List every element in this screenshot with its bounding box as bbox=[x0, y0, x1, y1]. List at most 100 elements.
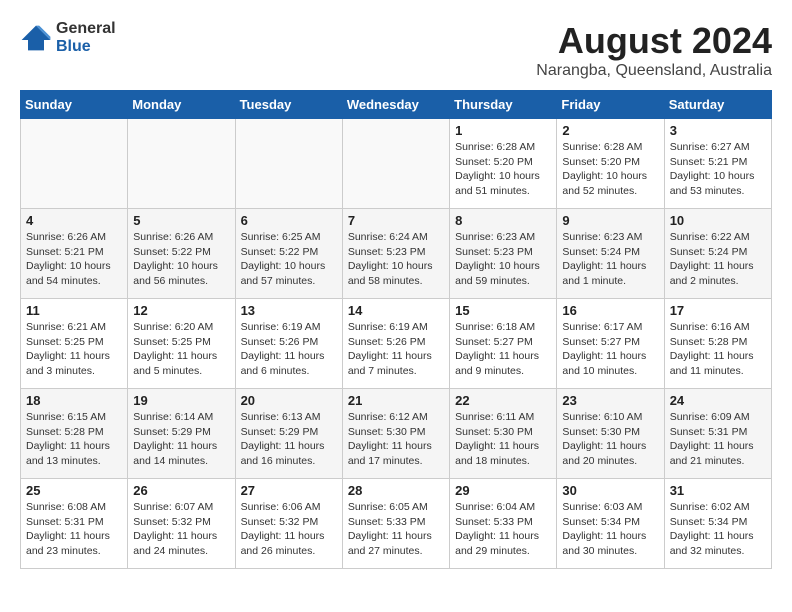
day-info: Sunrise: 6:17 AM Sunset: 5:27 PM Dayligh… bbox=[562, 320, 658, 379]
day-number: 2 bbox=[562, 123, 658, 138]
day-info: Sunrise: 6:08 AM Sunset: 5:31 PM Dayligh… bbox=[26, 500, 122, 559]
day-number: 25 bbox=[26, 483, 122, 498]
day-number: 13 bbox=[241, 303, 337, 318]
day-number: 12 bbox=[133, 303, 229, 318]
calendar-cell: 3 Sunrise: 6:27 AM Sunset: 5:21 PM Daylig… bbox=[664, 119, 771, 209]
calendar-cell: 13 Sunrise: 6:19 AM Sunset: 5:26 PM Dayli… bbox=[235, 299, 342, 389]
day-info: Sunrise: 6:11 AM Sunset: 5:30 PM Dayligh… bbox=[455, 410, 551, 469]
logo-blue-text: Blue bbox=[56, 38, 116, 56]
day-number: 22 bbox=[455, 393, 551, 408]
day-number: 5 bbox=[133, 213, 229, 228]
day-number: 26 bbox=[133, 483, 229, 498]
day-info: Sunrise: 6:18 AM Sunset: 5:27 PM Dayligh… bbox=[455, 320, 551, 379]
day-number: 27 bbox=[241, 483, 337, 498]
day-number: 17 bbox=[670, 303, 766, 318]
weekday-header-row: SundayMondayTuesdayWednesdayThursdayFrid… bbox=[21, 91, 772, 119]
day-number: 16 bbox=[562, 303, 658, 318]
weekday-header-friday: Friday bbox=[557, 91, 664, 119]
logo-general-text: General bbox=[56, 20, 116, 38]
calendar-cell: 21Sunrise: 6:12 AM Sunset: 5:30 PM Dayli… bbox=[342, 389, 449, 479]
calendar-cell: 12 Sunrise: 6:20 AM Sunset: 5:25 PM Dayli… bbox=[128, 299, 235, 389]
title-block: August 2024 Narangba, Queensland, Austra… bbox=[536, 20, 772, 80]
weekday-header-thursday: Thursday bbox=[450, 91, 557, 119]
day-number: 28 bbox=[348, 483, 444, 498]
calendar-cell bbox=[128, 119, 235, 209]
day-number: 24 bbox=[670, 393, 766, 408]
day-info: Sunrise: 6:15 AM Sunset: 5:28 PM Dayligh… bbox=[26, 410, 122, 469]
calendar-cell: 1 Sunrise: 6:28 AM Sunset: 5:20 PM Daylig… bbox=[450, 119, 557, 209]
calendar-cell bbox=[342, 119, 449, 209]
calendar-cell: 16 Sunrise: 6:17 AM Sunset: 5:27 PM Dayli… bbox=[557, 299, 664, 389]
calendar-cell: 10Sunrise: 6:22 AM Sunset: 5:24 PM Dayli… bbox=[664, 209, 771, 299]
day-info: Sunrise: 6:25 AM Sunset: 5:22 PM Dayligh… bbox=[241, 230, 337, 289]
calendar-cell: 19 Sunrise: 6:14 AM Sunset: 5:29 PM Dayli… bbox=[128, 389, 235, 479]
calendar-cell: 17 Sunrise: 6:16 AM Sunset: 5:28 PM Dayli… bbox=[664, 299, 771, 389]
weekday-header-monday: Monday bbox=[128, 91, 235, 119]
calendar-cell: 27 Sunrise: 6:06 AM Sunset: 5:32 PM Dayli… bbox=[235, 479, 342, 569]
day-number: 29 bbox=[455, 483, 551, 498]
calendar-cell: 11 Sunrise: 6:21 AM Sunset: 5:25 PM Dayli… bbox=[21, 299, 128, 389]
day-info: Sunrise: 6:14 AM Sunset: 5:29 PM Dayligh… bbox=[133, 410, 229, 469]
day-info: Sunrise: 6:21 AM Sunset: 5:25 PM Dayligh… bbox=[26, 320, 122, 379]
week-row-3: 11 Sunrise: 6:21 AM Sunset: 5:25 PM Dayli… bbox=[21, 299, 772, 389]
calendar-cell: 23 Sunrise: 6:10 AM Sunset: 5:30 PM Dayli… bbox=[557, 389, 664, 479]
day-info: Sunrise: 6:23 AM Sunset: 5:23 PM Dayligh… bbox=[455, 230, 551, 289]
calendar-cell: 14 Sunrise: 6:19 AM Sunset: 5:26 PM Dayli… bbox=[342, 299, 449, 389]
calendar-cell bbox=[21, 119, 128, 209]
day-info: Sunrise: 6:06 AM Sunset: 5:32 PM Dayligh… bbox=[241, 500, 337, 559]
calendar-cell: 31 Sunrise: 6:02 AM Sunset: 5:34 PM Dayli… bbox=[664, 479, 771, 569]
day-info: Sunrise: 6:28 AM Sunset: 5:20 PM Dayligh… bbox=[455, 140, 551, 199]
day-number: 9 bbox=[562, 213, 658, 228]
day-info: Sunrise: 6:16 AM Sunset: 5:28 PM Dayligh… bbox=[670, 320, 766, 379]
day-info: Sunrise: 6:26 AM Sunset: 5:21 PM Dayligh… bbox=[26, 230, 122, 289]
subtitle: Narangba, Queensland, Australia bbox=[536, 62, 772, 80]
calendar-cell: 4 Sunrise: 6:26 AM Sunset: 5:21 PM Daylig… bbox=[21, 209, 128, 299]
day-info: Sunrise: 6:23 AM Sunset: 5:24 PM Dayligh… bbox=[562, 230, 658, 289]
day-number: 18 bbox=[26, 393, 122, 408]
week-row-4: 18 Sunrise: 6:15 AM Sunset: 5:28 PM Dayli… bbox=[21, 389, 772, 479]
day-number: 8 bbox=[455, 213, 551, 228]
day-info: Sunrise: 6:26 AM Sunset: 5:22 PM Dayligh… bbox=[133, 230, 229, 289]
calendar-cell bbox=[235, 119, 342, 209]
day-number: 1 bbox=[455, 123, 551, 138]
day-number: 4 bbox=[26, 213, 122, 228]
day-info: Sunrise: 6:09 AM Sunset: 5:31 PM Dayligh… bbox=[670, 410, 766, 469]
day-info: Sunrise: 6:10 AM Sunset: 5:30 PM Dayligh… bbox=[562, 410, 658, 469]
day-number: 11 bbox=[26, 303, 122, 318]
day-info: Sunrise: 6:19 AM Sunset: 5:26 PM Dayligh… bbox=[348, 320, 444, 379]
calendar-cell: 24 Sunrise: 6:09 AM Sunset: 5:31 PM Dayli… bbox=[664, 389, 771, 479]
calendar-cell: 28Sunrise: 6:05 AM Sunset: 5:33 PM Dayli… bbox=[342, 479, 449, 569]
day-number: 15 bbox=[455, 303, 551, 318]
calendar-cell: 18 Sunrise: 6:15 AM Sunset: 5:28 PM Dayli… bbox=[21, 389, 128, 479]
calendar-cell: 5 Sunrise: 6:26 AM Sunset: 5:22 PM Daylig… bbox=[128, 209, 235, 299]
day-info: Sunrise: 6:22 AM Sunset: 5:24 PM Dayligh… bbox=[670, 230, 766, 289]
day-number: 14 bbox=[348, 303, 444, 318]
day-number: 3 bbox=[670, 123, 766, 138]
day-info: Sunrise: 6:19 AM Sunset: 5:26 PM Dayligh… bbox=[241, 320, 337, 379]
day-info: Sunrise: 6:24 AM Sunset: 5:23 PM Dayligh… bbox=[348, 230, 444, 289]
calendar-cell: 29Sunrise: 6:04 AM Sunset: 5:33 PM Dayli… bbox=[450, 479, 557, 569]
calendar-cell: 25 Sunrise: 6:08 AM Sunset: 5:31 PM Dayli… bbox=[21, 479, 128, 569]
calendar-cell: 15 Sunrise: 6:18 AM Sunset: 5:27 PM Dayli… bbox=[450, 299, 557, 389]
calendar-cell: 8 Sunrise: 6:23 AM Sunset: 5:23 PM Daylig… bbox=[450, 209, 557, 299]
logo-icon bbox=[20, 24, 52, 52]
day-number: 19 bbox=[133, 393, 229, 408]
main-title: August 2024 bbox=[536, 20, 772, 62]
day-number: 30 bbox=[562, 483, 658, 498]
day-info: Sunrise: 6:03 AM Sunset: 5:34 PM Dayligh… bbox=[562, 500, 658, 559]
logo-text: General Blue bbox=[56, 20, 116, 55]
day-number: 31 bbox=[670, 483, 766, 498]
page-header: General Blue August 2024 Narangba, Queen… bbox=[20, 20, 772, 80]
day-info: Sunrise: 6:02 AM Sunset: 5:34 PM Dayligh… bbox=[670, 500, 766, 559]
weekday-header-saturday: Saturday bbox=[664, 91, 771, 119]
week-row-2: 4 Sunrise: 6:26 AM Sunset: 5:21 PM Daylig… bbox=[21, 209, 772, 299]
day-info: Sunrise: 6:13 AM Sunset: 5:29 PM Dayligh… bbox=[241, 410, 337, 469]
day-info: Sunrise: 6:28 AM Sunset: 5:20 PM Dayligh… bbox=[562, 140, 658, 199]
day-number: 7 bbox=[348, 213, 444, 228]
day-number: 20 bbox=[241, 393, 337, 408]
calendar-cell: 7 Sunrise: 6:24 AM Sunset: 5:23 PM Daylig… bbox=[342, 209, 449, 299]
day-info: Sunrise: 6:20 AM Sunset: 5:25 PM Dayligh… bbox=[133, 320, 229, 379]
calendar-cell: 30 Sunrise: 6:03 AM Sunset: 5:34 PM Dayli… bbox=[557, 479, 664, 569]
day-info: Sunrise: 6:27 AM Sunset: 5:21 PM Dayligh… bbox=[670, 140, 766, 199]
day-number: 23 bbox=[562, 393, 658, 408]
